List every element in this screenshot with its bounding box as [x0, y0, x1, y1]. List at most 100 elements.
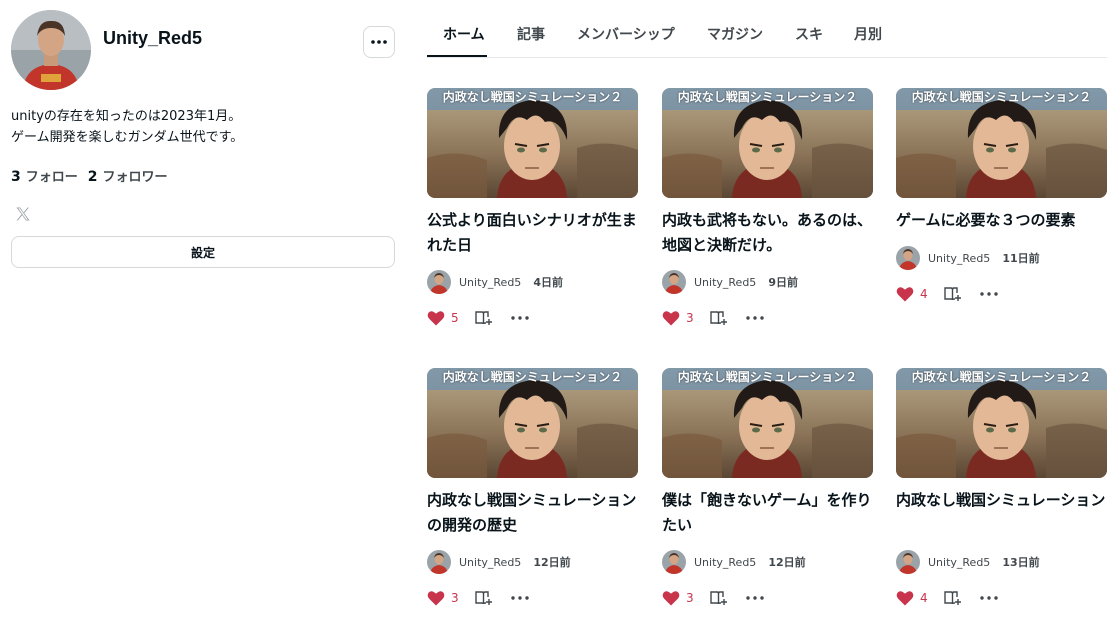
article-thumbnail[interactable]: 内政なし戦国シミュレーション２	[662, 368, 873, 478]
article-more-button[interactable]	[980, 292, 998, 296]
article-more-button[interactable]	[746, 596, 764, 600]
author-avatar[interactable]	[427, 550, 451, 574]
follow-label[interactable]: フォロー	[26, 166, 78, 185]
tab-likes[interactable]: スキ	[795, 24, 823, 44]
article-thumbnail[interactable]: 内政なし戦国シミュレーション２	[662, 88, 873, 198]
article-more-button[interactable]	[980, 596, 998, 600]
article-more-button[interactable]	[746, 316, 764, 320]
more-horizontal-icon	[371, 40, 387, 44]
add-to-magazine-button[interactable]	[475, 590, 493, 606]
author-name[interactable]: Unity_Red5	[694, 276, 756, 289]
heart-icon	[662, 311, 680, 326]
thumbnail-caption: 内政なし戦国シミュレーション２	[442, 370, 623, 384]
article-date: 12日前	[533, 556, 571, 569]
profile-avatar[interactable]	[11, 10, 91, 90]
more-options-button[interactable]	[363, 26, 395, 58]
x-social-link[interactable]	[15, 206, 31, 222]
tab-magazine[interactable]: マガジン	[707, 24, 763, 44]
add-to-magazine-button[interactable]	[475, 310, 493, 326]
article-actions: 3	[662, 588, 764, 608]
add-to-magazine-icon	[710, 311, 727, 325]
article-actions: 5	[427, 308, 529, 328]
like-count: 3	[451, 591, 459, 605]
article-title[interactable]: 内政なし戦国シミュレーション	[896, 488, 1107, 513]
like-count: 5	[451, 311, 459, 325]
add-to-magazine-button[interactable]	[944, 590, 962, 606]
article-date: 11日前	[1002, 252, 1040, 265]
article-more-button[interactable]	[511, 316, 529, 320]
like-button[interactable]	[896, 590, 914, 606]
profile-tabs: ホーム 記事 メンバーシップ マガジン スキ 月別	[427, 0, 1107, 58]
thumbnail-caption: 内政なし戦国シミュレーション２	[911, 370, 1092, 384]
article-actions: 4	[896, 588, 998, 608]
article-thumbnail[interactable]: 内政なし戦国シミュレーション２	[427, 368, 638, 478]
thumbnail-caption: 内政なし戦国シミュレーション２	[911, 90, 1092, 104]
follower-count[interactable]: 2	[88, 169, 98, 185]
article-thumbnail[interactable]: 内政なし戦国シミュレーション２	[427, 88, 638, 198]
follow-count[interactable]: 3	[11, 169, 21, 185]
like-button[interactable]	[662, 310, 680, 326]
like-count: 4	[920, 591, 928, 605]
article-date: 12日前	[768, 556, 806, 569]
article-date: 4日前	[533, 276, 563, 289]
like-button[interactable]	[427, 590, 445, 606]
like-count: 3	[686, 311, 694, 325]
article-title[interactable]: 内政なし戦国シミュレーションの開発の歴史	[427, 488, 638, 538]
article-author-row: Unity_Red5 13日前	[896, 550, 1040, 574]
article-actions: 3	[662, 308, 764, 328]
more-horizontal-icon	[746, 596, 764, 600]
active-tab-indicator	[427, 55, 487, 57]
more-horizontal-icon	[980, 596, 998, 600]
article-date: 9日前	[768, 276, 798, 289]
article-author-row: Unity_Red5 11日前	[896, 246, 1040, 270]
author-name[interactable]: Unity_Red5	[459, 556, 521, 569]
like-count: 4	[920, 287, 928, 301]
author-name[interactable]: Unity_Red5	[694, 556, 756, 569]
author-name[interactable]: Unity_Red5	[928, 252, 990, 265]
author-avatar[interactable]	[662, 550, 686, 574]
thumbnail-caption: 内政なし戦国シミュレーション２	[442, 90, 623, 104]
tab-home[interactable]: ホーム	[443, 24, 485, 44]
add-to-magazine-button[interactable]	[710, 310, 728, 326]
author-avatar[interactable]	[427, 270, 451, 294]
more-horizontal-icon	[511, 596, 529, 600]
like-count: 3	[686, 591, 694, 605]
add-to-magazine-button[interactable]	[710, 590, 728, 606]
author-avatar[interactable]	[662, 270, 686, 294]
profile-bio: unityの存在を知ったのは2023年1月。 ゲーム開発を楽しむガンダム世代です…	[11, 106, 395, 148]
article-actions: 3	[427, 588, 529, 608]
article-date: 13日前	[1002, 556, 1040, 569]
more-horizontal-icon	[746, 316, 764, 320]
like-button[interactable]	[896, 286, 914, 302]
article-author-row: Unity_Red5 4日前	[427, 270, 563, 294]
tab-membership[interactable]: メンバーシップ	[577, 24, 675, 44]
article-title[interactable]: ゲームに必要な３つの要素	[896, 208, 1107, 233]
author-name[interactable]: Unity_Red5	[928, 556, 990, 569]
article-more-button[interactable]	[511, 596, 529, 600]
article-actions: 4	[896, 284, 998, 304]
article-title[interactable]: 内政も武将もない。あるのは、地図と決断だけ。	[662, 208, 873, 258]
like-button[interactable]	[427, 310, 445, 326]
more-horizontal-icon	[511, 316, 529, 320]
article-title[interactable]: 公式より面白いシナリオが生まれた日	[427, 208, 638, 258]
tab-monthly[interactable]: 月別	[854, 24, 882, 44]
author-avatar[interactable]	[896, 550, 920, 574]
add-to-magazine-icon	[710, 591, 727, 605]
add-to-magazine-icon	[944, 287, 961, 301]
x-logo-icon	[16, 207, 30, 221]
tab-articles[interactable]: 記事	[517, 24, 545, 44]
article-title[interactable]: 僕は「飽きないゲーム」を作りたい	[662, 488, 873, 538]
like-button[interactable]	[662, 590, 680, 606]
author-avatar[interactable]	[896, 246, 920, 270]
settings-button[interactable]: 設定	[11, 236, 395, 268]
follower-label[interactable]: フォロワー	[103, 166, 168, 185]
article-author-row: Unity_Red5 9日前	[662, 270, 798, 294]
article-thumbnail[interactable]: 内政なし戦国シミュレーション２	[896, 368, 1107, 478]
article-thumbnail[interactable]: 内政なし戦国シミュレーション２	[896, 88, 1107, 198]
heart-icon	[896, 287, 914, 302]
heart-icon	[896, 591, 914, 606]
profile-username[interactable]: Unity_Red5	[103, 28, 202, 49]
author-name[interactable]: Unity_Red5	[459, 276, 521, 289]
thumbnail-caption: 内政なし戦国シミュレーション２	[677, 370, 858, 384]
add-to-magazine-button[interactable]	[944, 286, 962, 302]
